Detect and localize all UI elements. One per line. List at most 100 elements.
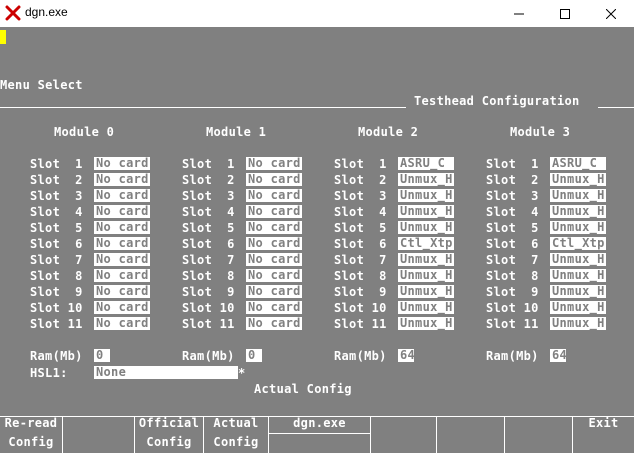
maximize-button[interactable]: [542, 0, 588, 27]
terminal-screen[interactable]: Menu Select Testhead Configuration Modul…: [0, 27, 634, 453]
window-title: dgn.exe: [25, 5, 68, 19]
slot-card-field[interactable]: No card: [94, 205, 150, 218]
slot-card-field[interactable]: Unmux_H: [398, 189, 454, 202]
slot-card-field[interactable]: Unmux_H: [398, 221, 454, 234]
slot-card-field[interactable]: No card: [246, 237, 302, 250]
slot-label: Slot 7: [182, 253, 235, 267]
slot-card-field[interactable]: No card: [94, 285, 150, 298]
section-title: Testhead Configuration: [414, 94, 580, 108]
softkey-3[interactable]: Official Config: [134, 416, 203, 453]
slot-card-field[interactable]: No card: [94, 317, 150, 330]
slot-card-field[interactable]: No card: [246, 317, 302, 330]
close-button[interactable]: [588, 0, 634, 27]
softkey-label-line1: Exit: [588, 416, 619, 430]
softkey-4[interactable]: Actual Config: [203, 416, 268, 453]
softkey-6[interactable]: [370, 416, 436, 453]
close-icon: [606, 8, 616, 19]
slot-card-field[interactable]: Unmux_H: [550, 317, 606, 330]
softkey-9[interactable]: Exit: [572, 416, 634, 453]
slot-label: Slot 7: [486, 253, 539, 267]
slot-card-field[interactable]: Unmux_H: [398, 269, 454, 282]
slot-card-field[interactable]: No card: [246, 253, 302, 266]
slot-card-field[interactable]: Unmux_H: [398, 253, 454, 266]
ram-field[interactable]: 64: [398, 349, 414, 362]
slot-card-field[interactable]: Unmux_H: [550, 285, 606, 298]
slot-card-field[interactable]: No card: [246, 173, 302, 186]
slot-card-field[interactable]: No card: [94, 269, 150, 282]
ram-field[interactable]: 0: [94, 349, 110, 362]
slot-card-field[interactable]: No card: [246, 157, 302, 170]
slot-card-field[interactable]: ASRU_C: [398, 157, 454, 170]
slot-label: Slot 8: [486, 269, 539, 283]
slot-card-field[interactable]: No card: [246, 189, 302, 202]
softkey-8[interactable]: [504, 416, 572, 453]
slot-card-field[interactable]: No card: [246, 221, 302, 234]
slot-card-field[interactable]: No card: [94, 237, 150, 250]
softkey-label-line1: Official: [138, 416, 200, 430]
slot-card-field[interactable]: No card: [94, 173, 150, 186]
slot-label: Slot 6: [486, 237, 539, 251]
slot-label: Slot 10: [182, 301, 235, 315]
slot-card-field[interactable]: Unmux_H: [550, 173, 606, 186]
slot-label: Slot 1: [486, 157, 539, 171]
slot-label: Slot 2: [334, 173, 387, 187]
ram-field[interactable]: 0: [246, 349, 262, 362]
slot-label: Slot 6: [182, 237, 235, 251]
hsl-label: HSL1:: [30, 366, 68, 380]
slot-label: Slot 3: [334, 189, 387, 203]
section-rule-right: [598, 107, 634, 108]
config-status: Actual Config: [254, 382, 352, 396]
slot-card-field[interactable]: No card: [94, 189, 150, 202]
slot-label: Slot 10: [486, 301, 539, 315]
slot-card-field[interactable]: Ctl_Xtp: [398, 237, 454, 250]
softkey-label-line2: Config: [213, 435, 259, 449]
slot-card-field[interactable]: No card: [246, 301, 302, 314]
slot-label: Slot 4: [30, 205, 83, 219]
slot-label: Slot 11: [334, 317, 387, 331]
slot-card-field[interactable]: Unmux_H: [550, 253, 606, 266]
slot-label: Slot 3: [30, 189, 83, 203]
softkey-bar-top-rule: [0, 416, 634, 417]
slot-card-field[interactable]: Unmux_H: [550, 269, 606, 282]
slot-card-field[interactable]: Ctl_Xtp: [550, 237, 606, 250]
minimize-button[interactable]: [496, 0, 542, 27]
slot-card-field[interactable]: ASRU_C: [550, 157, 606, 170]
slot-card-field[interactable]: Unmux_H: [550, 189, 606, 202]
slot-card-field[interactable]: No card: [246, 285, 302, 298]
slot-card-field[interactable]: Unmux_H: [398, 205, 454, 218]
text-cursor: [0, 30, 6, 44]
slot-card-field[interactable]: No card: [94, 157, 150, 170]
ram-label: Ram(Mb): [182, 349, 235, 363]
slot-card-field[interactable]: No card: [94, 301, 150, 314]
slot-card-field[interactable]: Unmux_H: [550, 301, 606, 314]
module-title: Module 0: [54, 125, 115, 139]
slot-card-field[interactable]: Unmux_H: [550, 205, 606, 218]
slot-label: Slot 4: [182, 205, 235, 219]
slot-card-field[interactable]: Unmux_H: [550, 221, 606, 234]
title-bar: dgn.exe: [0, 0, 634, 27]
slot-label: Slot 11: [486, 317, 539, 331]
slot-label: Slot 4: [334, 205, 387, 219]
slot-card-field[interactable]: Unmux_H: [398, 317, 454, 330]
ram-field[interactable]: 64: [550, 349, 566, 362]
slot-label: Slot 1: [182, 157, 235, 171]
slot-card-field[interactable]: No card: [94, 221, 150, 234]
slot-card-field[interactable]: Unmux_H: [398, 301, 454, 314]
slot-card-field[interactable]: Unmux_H: [398, 285, 454, 298]
softkey-2[interactable]: [62, 416, 134, 453]
softkey-7[interactable]: [436, 416, 504, 453]
slot-card-field[interactable]: No card: [246, 269, 302, 282]
slot-label: Slot 2: [182, 173, 235, 187]
softkey-label-line1: Actual: [213, 416, 259, 430]
softkey-5[interactable]: dgn.exe: [268, 416, 370, 453]
softkey-label-line2: Config: [8, 435, 54, 449]
slot-card-field[interactable]: Unmux_H: [398, 173, 454, 186]
slot-label: Slot 3: [486, 189, 539, 203]
slot-label: Slot 10: [30, 301, 83, 315]
slot-card-field[interactable]: No card: [246, 205, 302, 218]
hsl-field[interactable]: None: [94, 366, 238, 379]
slot-card-field[interactable]: No card: [94, 253, 150, 266]
menu-select-label: Menu Select: [0, 78, 83, 92]
softkey-1[interactable]: Re-read Config: [0, 416, 62, 453]
slot-label: Slot 4: [486, 205, 539, 219]
